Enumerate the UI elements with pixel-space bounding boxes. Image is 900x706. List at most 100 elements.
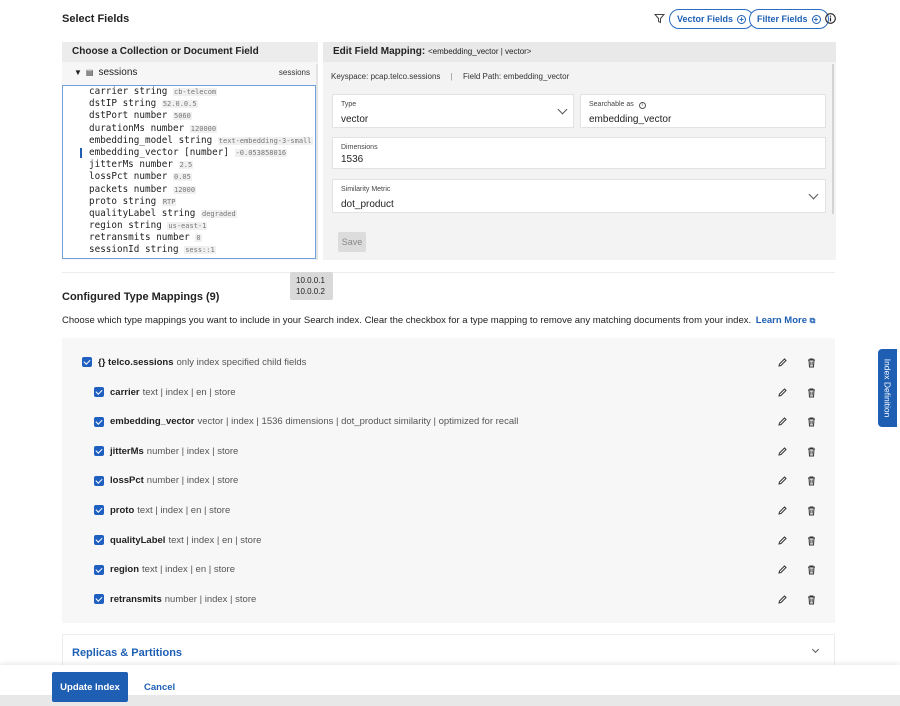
info-icon[interactable] — [825, 13, 836, 24]
checkbox[interactable] — [94, 475, 104, 486]
field-list-item[interactable]: proto string RTP — [63, 196, 315, 208]
edit-field-title: Edit Field Mapping: <embedding_vector | … — [323, 42, 836, 62]
field-list-item[interactable]: region string us-east-1 — [63, 220, 315, 232]
delete-icon[interactable] — [805, 534, 817, 546]
field-sample: 2.5 — [178, 161, 194, 170]
index-definition-tab[interactable]: Index Definition — [878, 349, 897, 427]
delete-icon[interactable] — [805, 356, 817, 368]
edit-icon[interactable] — [776, 386, 788, 398]
edit-field-title-sub: <embedding_vector | vector> — [428, 47, 532, 56]
field-list-item[interactable]: dstIP string 52.0.0.5 — [63, 98, 315, 110]
mapping-row[interactable]: carrier text | index | en | store — [62, 382, 835, 402]
field-name: retransmits — [89, 232, 151, 244]
checkbox[interactable] — [94, 505, 104, 516]
field-list-item[interactable]: qualityLabel string degraded — [63, 208, 315, 220]
tree-node-keyspace: sessions — [278, 67, 310, 77]
field-list-item[interactable]: dstPort number 5060 — [63, 110, 315, 122]
mapping-desc: text | index | en | store — [142, 564, 235, 576]
field-list-item[interactable]: embedding_model string text-embedding-3-… — [63, 135, 315, 147]
mapping-desc: number | index | store — [146, 475, 239, 487]
learn-more-label: Learn More — [755, 315, 807, 326]
mapping-desc: text | index | en | store — [142, 386, 236, 398]
checkbox[interactable] — [94, 416, 104, 427]
dimensions-field[interactable]: Dimensions 1536 — [332, 137, 826, 169]
edit-icon[interactable] — [776, 504, 788, 516]
checkbox[interactable] — [82, 357, 92, 367]
type-select[interactable]: Type vector — [332, 94, 574, 128]
field-list-item[interactable]: durationMs number 120000 — [63, 123, 315, 135]
mapping-desc: text | index | en | store — [137, 504, 231, 516]
field-type: string — [128, 220, 162, 232]
edit-icon[interactable] — [776, 416, 788, 428]
checkbox[interactable] — [94, 594, 104, 605]
mapping-row[interactable]: lossPct number | index | store — [62, 471, 835, 491]
field-name: dstPort — [89, 110, 129, 122]
edit-icon[interactable] — [776, 356, 788, 368]
mapping-row[interactable]: retransmits number | index | store — [62, 589, 835, 609]
mapping-desc: number | index | store — [164, 593, 257, 605]
info-icon[interactable]: i — [638, 102, 646, 109]
index-definition-label: Index Definition — [882, 358, 893, 418]
filter-fields-button[interactable]: Filter Fields + — [749, 9, 829, 29]
mapping-row[interactable]: proto text | index | en | store — [62, 500, 835, 520]
field-list-item[interactable]: retransmits number 0 — [63, 232, 315, 244]
chevron-down-icon[interactable] — [811, 645, 820, 654]
delete-icon[interactable] — [805, 504, 817, 516]
mapping-row-root[interactable]: {} telco.sessions only index specified c… — [62, 352, 835, 372]
field-list-item[interactable]: packets number 12000 — [63, 184, 315, 196]
field-list-item[interactable]: sessionId string sess::1 — [63, 244, 315, 256]
field-sample: 5060 — [173, 112, 192, 121]
delete-icon[interactable] — [805, 445, 817, 457]
mapping-row[interactable]: jitterMs number | index | store — [62, 441, 835, 461]
edit-icon[interactable] — [776, 564, 788, 576]
field-name: lossPct — [89, 171, 129, 183]
edit-icon[interactable] — [776, 534, 788, 546]
checkbox[interactable] — [94, 446, 104, 457]
field-list-item[interactable]: lossPct number 0.05 — [63, 171, 315, 183]
mapping-name: region — [110, 564, 140, 576]
mapping-row[interactable]: region text | index | en | store — [62, 560, 835, 580]
scrollbar[interactable] — [832, 64, 834, 214]
sample-values-tooltip: 10.0.0.1 10.0.0.2 — [290, 272, 333, 300]
delete-icon[interactable] — [805, 416, 817, 428]
mappings-description: Choose which type mappings you want to i… — [62, 315, 815, 326]
footer-bar: Update Index Cancel — [0, 665, 900, 706]
delete-icon[interactable] — [805, 386, 817, 398]
delete-icon[interactable] — [805, 593, 817, 605]
vector-fields-button[interactable]: Vector Fields + — [669, 9, 755, 29]
field-sample: 0 — [195, 234, 202, 243]
mapping-row[interactable]: embedding_vector vector | index | 1536 di… — [62, 412, 835, 432]
edit-icon[interactable] — [776, 445, 788, 457]
field-list-item[interactable]: carrier string cb-telecom — [63, 86, 315, 98]
field-list-item[interactable]: embedding_vector [number] -0.053858016 — [63, 147, 315, 159]
footer-strip — [0, 695, 900, 706]
field-type: string — [122, 98, 157, 110]
filter-icon[interactable] — [654, 13, 665, 24]
learn-more-link[interactable]: Learn More ⧉ — [756, 315, 816, 326]
page-title: Select Fields — [62, 13, 130, 25]
field-name: sessionId — [89, 244, 140, 256]
field-name: qualityLabel — [89, 207, 157, 219]
tree-node-sessions[interactable]: ▼ ▤ sessions sessions — [62, 62, 318, 82]
type-mappings-list: {} telco.sessions only index specified c… — [62, 338, 835, 623]
searchable-as-label: Searchable as i — [589, 101, 646, 109]
similarity-metric-select[interactable]: Similarity Metric dot_product — [332, 179, 826, 213]
cancel-button[interactable]: Cancel — [144, 682, 175, 693]
checkbox[interactable] — [94, 564, 104, 575]
delete-icon[interactable] — [805, 564, 817, 576]
update-index-button[interactable]: Update Index — [52, 672, 128, 702]
edit-icon[interactable] — [776, 475, 788, 487]
checkbox[interactable] — [94, 535, 104, 545]
save-button[interactable]: Save — [338, 232, 366, 252]
caret-down-icon[interactable]: ▼ — [74, 68, 82, 77]
field-list-item[interactable]: jitterMs number 2.5 — [63, 159, 315, 171]
delete-icon[interactable] — [805, 475, 817, 487]
scrollbar[interactable] — [316, 64, 318, 260]
checkbox[interactable] — [94, 387, 104, 397]
mapping-desc: text | index | en | store — [168, 534, 262, 546]
searchable-as-field[interactable]: Searchable as i embedding_vector — [580, 94, 826, 128]
field-name: dstIP — [89, 98, 117, 110]
mapping-row[interactable]: qualityLabel text | index | en | store — [62, 530, 835, 550]
edit-icon[interactable] — [776, 593, 788, 605]
field-list[interactable]: carrier string cb-telecom dstIP string 52… — [62, 85, 316, 259]
